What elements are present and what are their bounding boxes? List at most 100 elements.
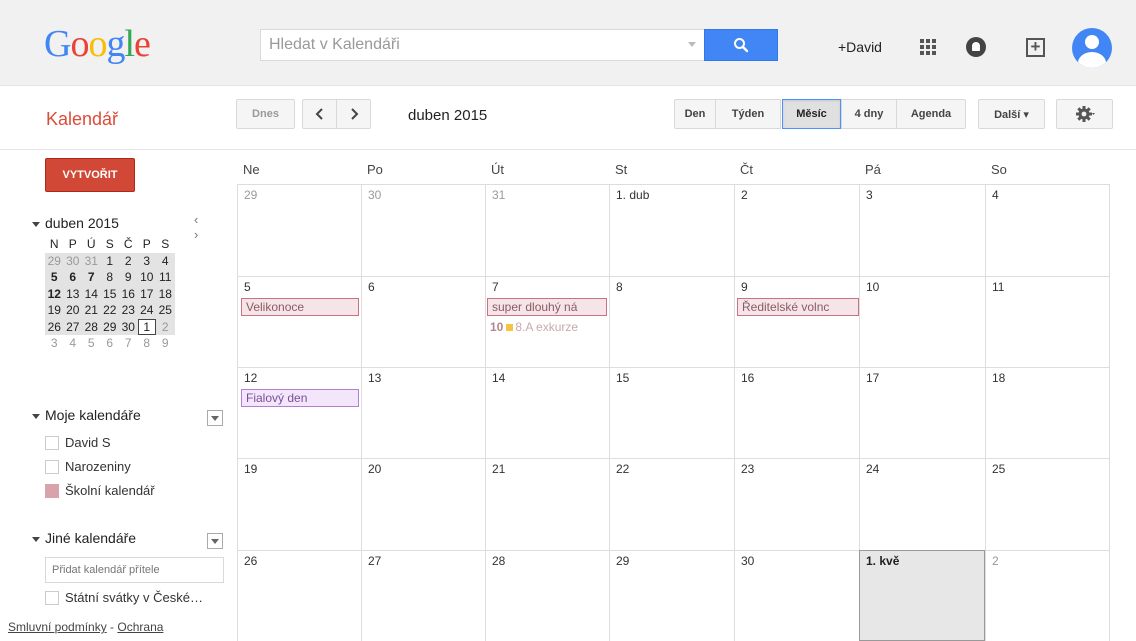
weekday-header[interactable]: So (991, 162, 1007, 177)
day-cell[interactable]: 21 (485, 458, 609, 550)
calendar-color-box[interactable] (45, 459, 59, 474)
day-cell[interactable]: 8 (609, 276, 734, 367)
mini-day[interactable]: 5 (45, 269, 64, 286)
day-number[interactable]: 5 (244, 280, 251, 294)
day-cell[interactable]: 2 (734, 184, 859, 276)
prev-button[interactable] (302, 99, 337, 129)
day-number[interactable]: 17 (866, 371, 879, 385)
mini-day[interactable]: 21 (82, 302, 101, 319)
mini-day[interactable]: 15 (100, 285, 119, 302)
settings-button[interactable] (1056, 99, 1113, 129)
day-number[interactable]: 23 (741, 462, 754, 476)
more-button[interactable]: Další ▾ (978, 99, 1045, 129)
collapse-triangle-icon[interactable] (32, 413, 40, 419)
mini-day[interactable]: 8 (100, 269, 119, 286)
mini-day[interactable]: 18 (156, 285, 175, 302)
mini-day[interactable]: 9 (156, 335, 175, 352)
weekday-header[interactable]: Út (491, 162, 504, 177)
day-number[interactable]: 20 (368, 462, 381, 476)
calendar-item-statni-svatky[interactable]: Státní svátky v České… (45, 590, 203, 605)
weekday-header[interactable]: Pá (865, 162, 881, 177)
day-number[interactable]: 30 (368, 188, 381, 202)
day-number[interactable]: 16 (741, 371, 754, 385)
mini-day[interactable]: 5 (82, 335, 101, 352)
day-cell[interactable]: 2 (985, 550, 1110, 641)
day-number[interactable]: 30 (741, 554, 754, 568)
mini-day[interactable]: 4 (156, 252, 175, 269)
day-number[interactable]: 15 (616, 371, 629, 385)
mini-day[interactable]: 3 (45, 335, 64, 352)
mini-day[interactable]: 16 (119, 285, 138, 302)
day-number[interactable]: 11 (992, 280, 1004, 294)
day-cell[interactable]: 9 (734, 276, 859, 367)
event-super-dlouhy[interactable]: super dlouhý ná (487, 298, 607, 316)
mini-day[interactable]: 30 (63, 252, 82, 269)
mini-day[interactable]: 28 (82, 318, 101, 335)
mini-day[interactable]: 10 (137, 269, 156, 286)
mini-day[interactable]: 11 (156, 269, 175, 286)
add-friend-calendar-input[interactable] (45, 557, 224, 583)
mini-day[interactable]: 3 (137, 252, 156, 269)
day-number[interactable]: 1. dub (616, 188, 649, 202)
mini-day[interactable]: 9 (119, 269, 138, 286)
event-reditelske-volno[interactable]: Ředitelské volnc (737, 298, 859, 316)
day-number[interactable]: 21 (492, 462, 505, 476)
day-cell[interactable]: 6 (361, 276, 485, 367)
day-cell[interactable]: 13 (361, 367, 485, 458)
day-number[interactable]: 31 (492, 188, 505, 202)
day-cell[interactable]: 5 (237, 276, 361, 367)
day-cell[interactable]: 4 (985, 184, 1110, 276)
view-month-button[interactable]: Měsíc (782, 99, 841, 129)
search-box[interactable] (260, 29, 704, 61)
mini-day[interactable]: 14 (82, 285, 101, 302)
google-logo[interactable]: Google (44, 24, 151, 64)
day-cell[interactable]: 27 (361, 550, 485, 641)
mini-day[interactable]: 29 (45, 252, 64, 269)
today-button[interactable]: Dnes (236, 99, 295, 129)
day-cell[interactable]: 29 (609, 550, 734, 641)
mini-day[interactable]: 2 (156, 318, 175, 335)
mini-day[interactable]: 13 (63, 285, 82, 302)
mini-day[interactable]: 4 (64, 335, 83, 352)
day-cell[interactable]: 20 (361, 458, 485, 550)
day-number[interactable]: 29 (616, 554, 629, 568)
mini-day[interactable]: 29 (100, 318, 119, 335)
view-week-button[interactable]: Týden (715, 99, 781, 129)
mini-day[interactable]: 19 (45, 302, 64, 319)
day-cell[interactable]: 16 (734, 367, 859, 458)
day-number[interactable]: 13 (368, 371, 381, 385)
mini-day[interactable]: 7 (82, 269, 101, 286)
mini-day[interactable]: 20 (63, 302, 82, 319)
day-number[interactable]: 28 (492, 554, 505, 568)
mini-day[interactable]: 1 (137, 318, 156, 335)
mini-day[interactable]: 26 (45, 318, 64, 335)
day-number[interactable]: 14 (492, 371, 505, 385)
view-4days-button[interactable]: 4 dny (841, 99, 897, 129)
day-number[interactable]: 29 (244, 188, 257, 202)
calendar-item-narozeniny[interactable]: Narozeniny (45, 459, 131, 474)
avatar[interactable] (1072, 28, 1112, 68)
day-cell[interactable]: 1. kvě (859, 550, 985, 641)
event-velikonoce[interactable]: Velikonoce (241, 298, 359, 316)
mini-day[interactable]: 27 (63, 318, 82, 335)
create-button[interactable]: VYTVOŘIT (45, 158, 135, 192)
day-number[interactable]: 3 (866, 188, 873, 202)
weekday-header[interactable]: St (615, 162, 627, 177)
day-number[interactable]: 12 (244, 371, 257, 385)
day-number[interactable]: 19 (244, 462, 257, 476)
mini-day[interactable]: 6 (63, 269, 82, 286)
event-8a-exkurze[interactable]: 10 8.A exkurze (490, 320, 578, 334)
day-cell[interactable]: 26 (237, 550, 361, 641)
day-number[interactable]: 7 (492, 280, 499, 294)
notifications-icon[interactable] (966, 37, 986, 57)
other-calendars-menu-button[interactable] (207, 533, 223, 549)
calendar-item-david[interactable]: David S (45, 435, 111, 450)
share-icon[interactable]: + (1026, 38, 1045, 57)
day-cell[interactable]: 10 (859, 276, 985, 367)
day-cell[interactable]: 18 (985, 367, 1110, 458)
my-calendars-menu-button[interactable] (207, 410, 223, 426)
calendar-color-box[interactable] (45, 590, 59, 605)
day-cell[interactable]: 22 (609, 458, 734, 550)
day-number[interactable]: 8 (616, 280, 623, 294)
calendar-item-skolni[interactable]: Školní kalendář (45, 483, 155, 498)
